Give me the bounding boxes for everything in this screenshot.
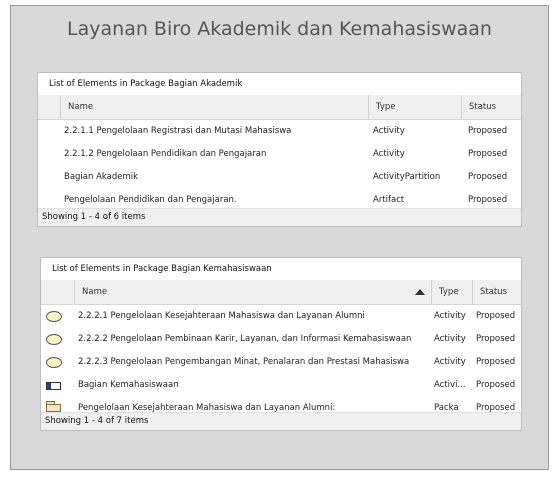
table-row[interactable]: Bagian Akademik ActivityPartition Propos…	[38, 166, 521, 189]
table-row[interactable]: 2.2.2.2 Pengelolaan Pembinaan Karir, Lay…	[41, 328, 521, 351]
row-type: Activi...	[434, 380, 466, 390]
row-name: 2.2.2.1 Pengelolaan Kesejahteraan Mahasi…	[78, 311, 365, 321]
row-name: Bagian Akademik	[64, 172, 139, 182]
page-title: Layanan Biro Akademik dan Kemahasiswaan	[67, 18, 492, 40]
pagination-status: Showing 1 - 4 of 6 items	[38, 208, 521, 226]
row-type: Activity	[373, 149, 405, 159]
column-header-name[interactable]: Name	[60, 95, 368, 119]
row-name: 2.2.2.2 Pengelolaan Pembinaan Karir, Lay…	[78, 334, 412, 344]
row-name: 2.2.1.2 Pengelolaan Pendidikan dan Penga…	[64, 149, 267, 159]
row-status: Proposed	[468, 149, 508, 159]
row-status: Proposed	[468, 172, 508, 182]
row-status: Proposed	[476, 311, 516, 321]
row-name: Bagian Kemahasiswaan	[78, 380, 179, 390]
column-header-status[interactable]: Status	[461, 95, 521, 119]
column-header-name[interactable]: Name	[74, 280, 431, 304]
column-header-name-label: Name	[82, 287, 108, 297]
row-status: Proposed	[468, 126, 508, 136]
row-type: Activity	[434, 334, 466, 344]
activity-icon	[46, 311, 62, 322]
row-type: ActivityPartition	[373, 172, 441, 182]
elements-list-bagian-kemahasiswaan: List of Elements in Package Bagian Kemah…	[40, 257, 522, 431]
report-frame: Layanan Biro Akademik dan Kemahasiswaan …	[10, 5, 549, 470]
table-row[interactable]: Bagian Kemahasiswaan Activi... Proposed	[41, 374, 521, 397]
row-status: Proposed	[476, 380, 516, 390]
elements-list-bagian-akademik: List of Elements in Package Bagian Akade…	[37, 72, 522, 227]
table-row[interactable]: 2.2.2.1 Pengelolaan Kesejahteraan Mahasi…	[41, 305, 521, 328]
row-type: Activity	[373, 126, 405, 136]
package-icon	[46, 401, 61, 412]
activity-partition-icon	[46, 382, 61, 390]
column-header-type[interactable]: Type	[368, 95, 461, 119]
row-status: Proposed	[476, 357, 516, 367]
row-status: Proposed	[476, 334, 516, 344]
row-type: Activity	[434, 311, 466, 321]
partition-lane-icon	[47, 383, 51, 389]
table-row[interactable]: 2.2.1.2 Pengelolaan Pendidikan dan Penga…	[38, 143, 521, 166]
table-header: Name Type Status	[38, 95, 521, 120]
table-row[interactable]: 2.2.2.3 Pengelolaan Pengembangan Minat, …	[41, 351, 521, 374]
activity-icon	[46, 334, 62, 345]
sort-ascending-icon[interactable]	[415, 289, 425, 295]
row-name: 2.2.1.1 Pengelolaan Registrasi dan Mutas…	[64, 126, 292, 136]
row-name: 2.2.2.3 Pengelolaan Pengembangan Minat, …	[78, 357, 410, 367]
column-header-type[interactable]: Type	[431, 280, 472, 304]
activity-icon	[46, 357, 62, 368]
package-body-icon	[46, 404, 61, 412]
column-header-status[interactable]: Status	[472, 280, 521, 304]
panel-title: List of Elements in Package Bagian Akade…	[38, 73, 521, 96]
table-header: Name Type Status	[41, 280, 521, 305]
pagination-status: Showing 1 - 4 of 7 items	[41, 412, 521, 430]
table-row[interactable]: 2.2.1.1 Pengelolaan Registrasi dan Mutas…	[38, 120, 521, 143]
panel-title: List of Elements in Package Bagian Kemah…	[41, 258, 521, 281]
row-type: Activity	[434, 357, 466, 367]
